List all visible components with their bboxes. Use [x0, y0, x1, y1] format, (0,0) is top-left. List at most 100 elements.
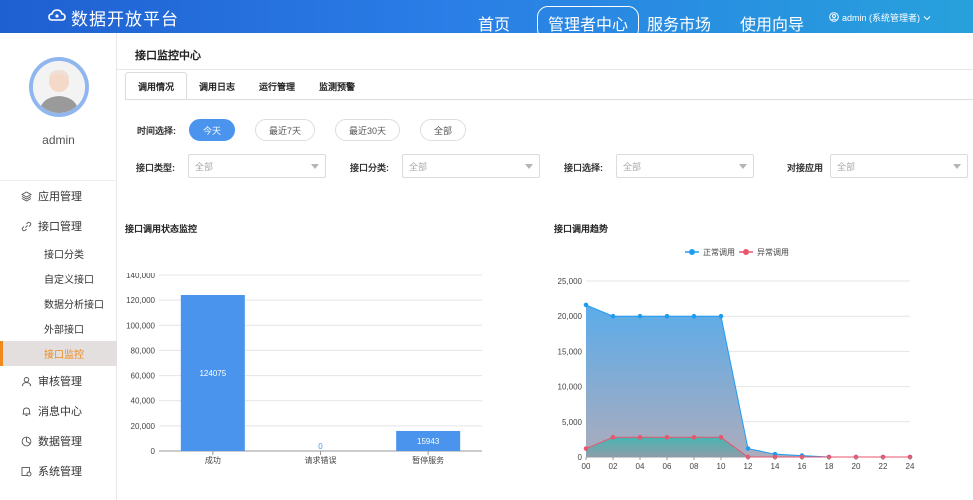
filter-label-api-select: 接口选择:: [564, 163, 603, 173]
time-option-30days[interactable]: 最近30天: [335, 119, 401, 141]
submenu-custom-api[interactable]: 自定义接口: [0, 266, 117, 291]
menu-message-center[interactable]: 消息中心: [0, 396, 117, 426]
y-tick-label: 60,000: [131, 372, 156, 381]
data-point: [718, 313, 724, 319]
tab-call-log[interactable]: 调用日志: [187, 72, 247, 100]
y-tick-label: 100,000: [126, 321, 155, 330]
time-filter: 时间选择: 今天 最近7天 最近30天 全部: [137, 119, 486, 141]
tab-call-status[interactable]: 调用情况: [125, 72, 188, 100]
settings-icon: [21, 466, 32, 477]
menu-system-management[interactable]: 系统管理: [0, 456, 117, 486]
bar-value-label: 124075: [199, 369, 226, 378]
chart-icon: [21, 436, 32, 447]
filter-label-api-category: 接口分类:: [350, 163, 389, 173]
time-option-all[interactable]: 全部: [420, 119, 467, 141]
sidebar-menu: 应用管理 接口管理 接口分类 自定义接口 数据分析接口 外部接口 接口监控 审核…: [0, 180, 117, 486]
time-option-today[interactable]: 今天: [189, 119, 236, 141]
x-tick-label: 14: [771, 462, 780, 471]
tab-monitor-alert[interactable]: 监测预警: [307, 72, 367, 100]
layers-icon: [21, 190, 32, 202]
select-api-type[interactable]: 全部: [188, 154, 326, 178]
avatar[interactable]: [29, 57, 89, 117]
data-point: [637, 434, 643, 440]
data-point: [664, 313, 670, 319]
y-tick-label: 40,000: [131, 397, 156, 406]
data-point: [691, 313, 697, 319]
sidebar: admin 应用管理 接口管理 接口分类 自定义接口 数据分析接口 外部接口 接…: [0, 33, 117, 500]
link-icon: [21, 221, 32, 232]
x-tick-label: 18: [825, 462, 834, 471]
x-tick-label: 10: [717, 462, 726, 471]
main-content: 接口监控中心 调用情况 调用日志 运行管理 监测预警 时间选择: 今天 最近7天…: [117, 33, 973, 500]
submenu-analysis-api[interactable]: 数据分析接口: [0, 291, 117, 316]
x-tick-label: 12: [744, 462, 753, 471]
menu-label: 消息中心: [38, 406, 82, 418]
x-tick-label: 16: [798, 462, 807, 471]
user-menu[interactable]: admin (系统管理者): [829, 11, 931, 24]
x-tick-label: 暂停服务: [412, 455, 444, 465]
series-area: [586, 304, 910, 457]
caret-down-icon: [525, 164, 533, 169]
y-tick-label: 10,000: [558, 383, 583, 392]
select-value: 全部: [409, 161, 428, 172]
x-tick-label: 00: [582, 462, 591, 471]
y-tick-label: 120,000: [126, 296, 155, 305]
tab-run-management[interactable]: 运行管理: [247, 72, 307, 100]
menu-app-management[interactable]: 应用管理: [0, 181, 117, 211]
tab-divider: [125, 99, 973, 100]
legend-label: 正常调用: [703, 248, 735, 257]
submenu-external-api[interactable]: 外部接口: [0, 316, 117, 341]
caret-down-icon: [739, 164, 747, 169]
time-option-7days[interactable]: 最近7天: [255, 119, 316, 141]
user-icon: [21, 376, 32, 387]
submenu-api-monitor[interactable]: 接口监控: [0, 341, 117, 366]
menu-review-management[interactable]: 审核管理: [0, 366, 117, 396]
avatar-person-icon: [33, 61, 85, 113]
app-logo[interactable]: 数据开放平台: [48, 5, 179, 30]
data-point: [583, 302, 589, 308]
cloud-icon: [48, 7, 66, 28]
bell-icon: [21, 406, 32, 417]
select-api-category[interactable]: 全部: [402, 154, 540, 178]
filter-label-app: 对接应用: [787, 163, 824, 173]
y-tick-label: 0: [578, 453, 583, 462]
select-value: 全部: [623, 161, 642, 172]
area-chart-title: 接口调用趋势: [554, 224, 609, 234]
select-app[interactable]: 全部: [830, 154, 968, 178]
bar-value-label: 0: [318, 442, 323, 451]
x-tick-label: 24: [906, 462, 915, 471]
x-tick-label: 20: [852, 462, 861, 471]
nav-service-market[interactable]: 服务市场: [647, 11, 711, 35]
menu-label: 数据管理: [38, 436, 82, 448]
tab-bar: 调用情况 调用日志 运行管理 监测预警: [125, 72, 367, 100]
top-navigation-bar: 数据开放平台 首页 管理者中心 服务市场 使用向导 admin (系统管理者): [0, 0, 973, 40]
x-tick-label: 04: [636, 462, 645, 471]
chevron-down-icon: [923, 13, 931, 23]
caret-down-icon: [953, 164, 961, 169]
data-point: [691, 434, 697, 440]
user-name: admin (系统管理者): [842, 13, 921, 23]
menu-label: 应用管理: [38, 191, 82, 203]
nav-user-guide[interactable]: 使用向导: [740, 11, 804, 35]
menu-data-management[interactable]: 数据管理: [0, 426, 117, 456]
data-point: [637, 313, 643, 319]
submenu-api-category[interactable]: 接口分类: [0, 241, 117, 266]
caret-down-icon: [311, 164, 319, 169]
filter-row: 接口类型: 全部 接口分类: 全部 接口选择: 全部 对接应用 全部: [117, 154, 973, 178]
bar-chart: 0 20,000 40,000 60,000 80,000 100,000 120,000 1…: [126, 273, 482, 465]
legend-label: 异常调用: [757, 248, 789, 257]
menu-api-management[interactable]: 接口管理: [0, 211, 117, 241]
menu-label: 审核管理: [38, 376, 82, 388]
y-tick-label: 15,000: [558, 347, 583, 356]
data-point: [664, 434, 670, 440]
nav-home[interactable]: 首页: [478, 11, 510, 35]
data-point: [718, 434, 724, 440]
data-point: [583, 446, 589, 451]
select-api[interactable]: 全部: [616, 154, 754, 178]
menu-label: 接口管理: [38, 221, 82, 233]
x-tick-label: 成功: [205, 455, 221, 465]
bar-chart-title: 接口调用状态监控: [125, 224, 198, 234]
select-value: 全部: [195, 161, 214, 172]
data-point: [745, 446, 751, 451]
x-tick-label: 请求错误: [305, 455, 337, 465]
